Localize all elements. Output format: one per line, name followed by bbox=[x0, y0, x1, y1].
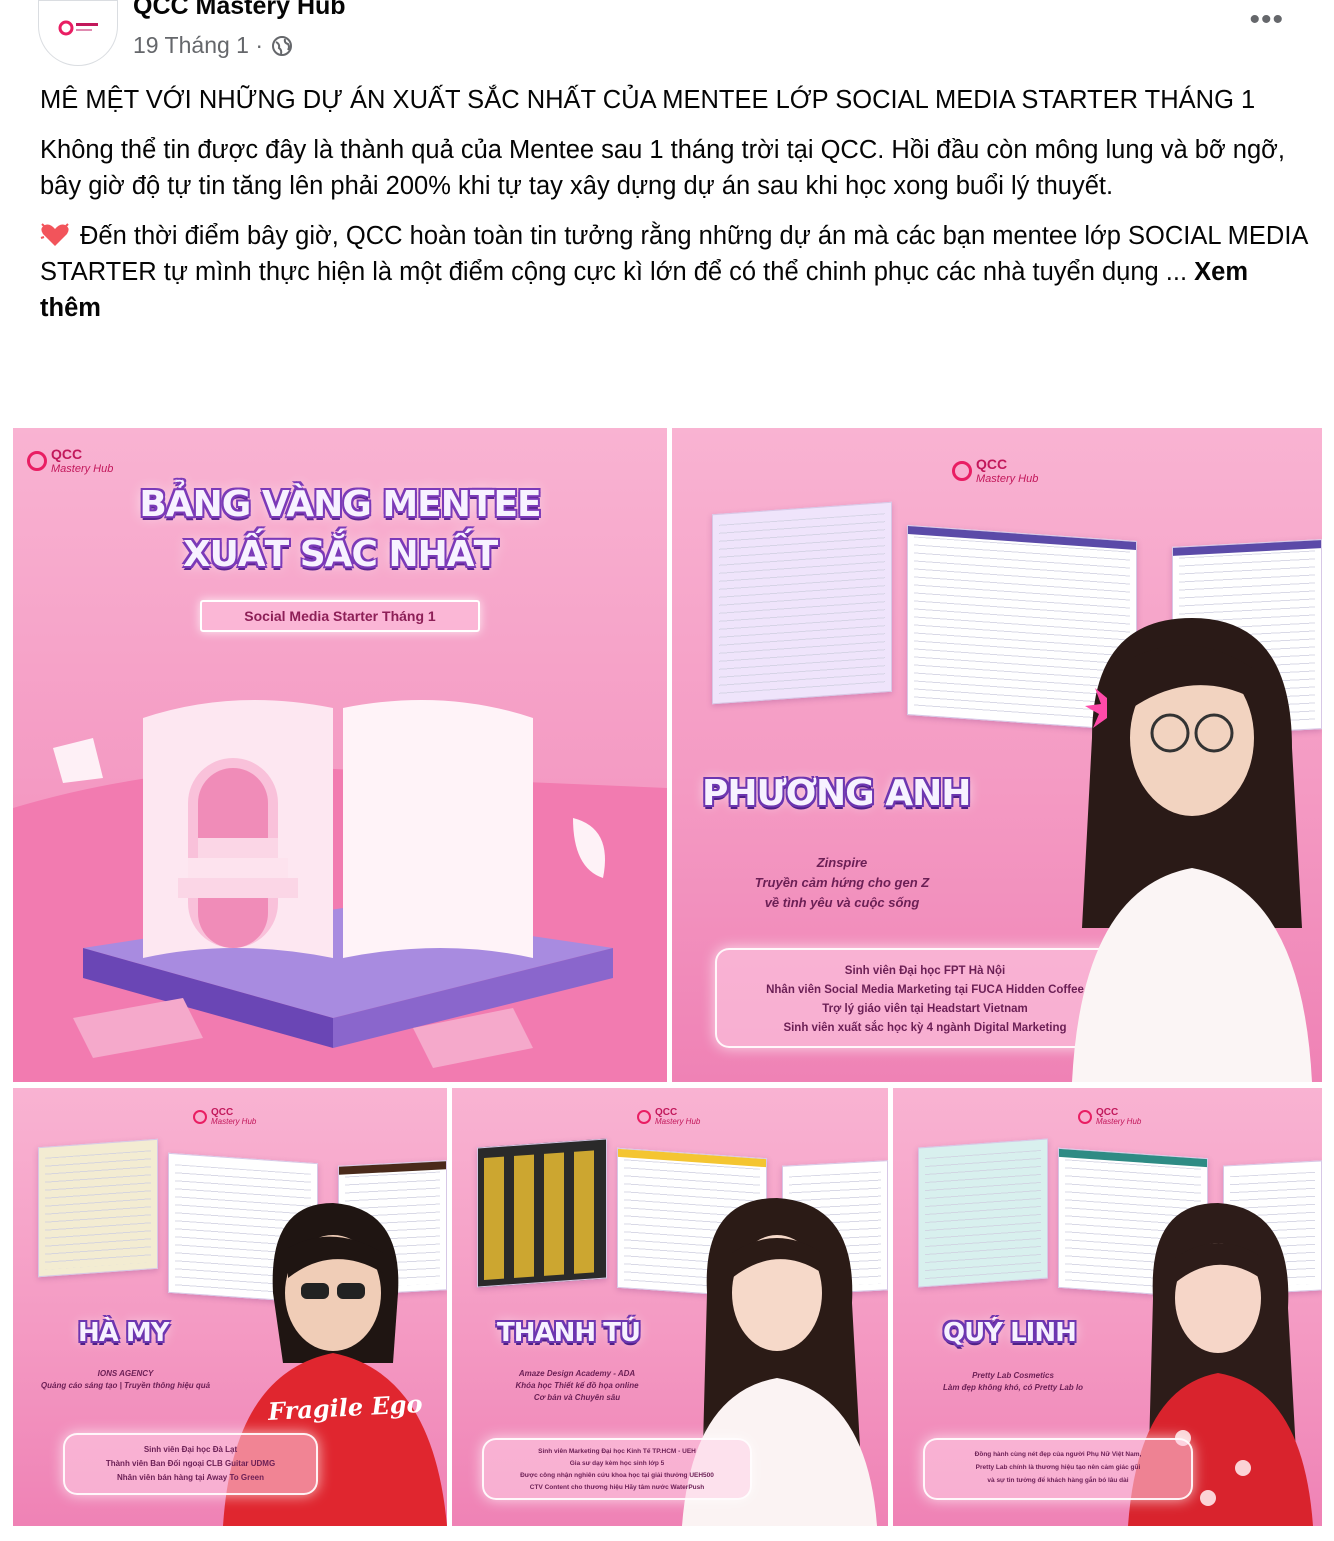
post-paragraph-1: Không thể tin được đây là thành quả của … bbox=[40, 136, 1285, 200]
logo-line2: Mastery Hub bbox=[976, 472, 1039, 485]
qcc-logo: QCC Mastery Hub bbox=[27, 446, 114, 475]
post-headline: MÊ MỆT VỚI NHỮNG DỰ ÁN XUẤT SẮC NHẤT CỦA… bbox=[40, 86, 1256, 114]
post-date[interactable]: 19 Tháng 1 · bbox=[133, 32, 263, 59]
mentee-tagline: IONS AGENCY Quảng cáo sáng tạo | Truyền … bbox=[13, 1368, 238, 1392]
project-document bbox=[712, 501, 892, 705]
mentee-name: THANH TÚ bbox=[497, 1318, 641, 1348]
banner-course-pill: Social Media Starter Tháng 1 bbox=[200, 600, 480, 632]
more-options-icon[interactable]: ••• bbox=[1249, 5, 1284, 35]
qcc-logo-icon bbox=[58, 20, 98, 36]
post-paragraph-2: Đến thời điểm bây giờ, QCC hoàn toàn tin… bbox=[40, 222, 1308, 286]
logo-line2: Mastery Hub bbox=[211, 1117, 257, 1126]
tagline-line: Zinspire bbox=[816, 855, 868, 870]
mentee-photo bbox=[1072, 618, 1312, 1082]
photo-mentee-phuong-anh[interactable]: QCC Mastery Hub PHƯƠNG ANH Zinspire Truyề… bbox=[672, 428, 1322, 1082]
project-document bbox=[38, 1138, 158, 1278]
info-line: Được công nhận nghiên cứu khoa học tại g… bbox=[520, 1472, 714, 1479]
mentee-info-box: Sinh viên Đại học Đà Lạt Thành viên Ban … bbox=[63, 1433, 318, 1495]
qcc-logo-icon bbox=[952, 461, 972, 482]
tagline-line: IONS AGENCY bbox=[97, 1369, 154, 1378]
post-paragraph-2-wrap: Đến thời điểm bây giờ, QCC hoàn toàn tin… bbox=[40, 218, 1310, 326]
info-line: Nhân viên bán hàng tại Away To Green bbox=[117, 1473, 264, 1482]
page-avatar[interactable] bbox=[38, 0, 118, 66]
info-line: Đồng hành cùng nét đẹp của người Phụ Nữ … bbox=[974, 1451, 1142, 1458]
info-line: Sinh viên Đại học Đà Lạt bbox=[143, 1445, 238, 1454]
photo-mentee-thanh-tu[interactable]: QCC Mastery Hub THANH TÚ Amaze Design Aca… bbox=[452, 1088, 888, 1526]
qcc-logo-icon bbox=[27, 451, 47, 472]
info-line: Thành viên Ban Đối ngoại CLB Guitar UDMG bbox=[105, 1459, 276, 1468]
mentee-tagline: Amaze Design Academy - ADA Khóa học Thiế… bbox=[462, 1368, 692, 1404]
tagline-line: Quảng cáo sáng tạo | Truyền thông hiệu q… bbox=[40, 1381, 211, 1390]
project-document bbox=[477, 1138, 607, 1288]
qcc-logo-icon bbox=[193, 1110, 207, 1124]
mentee-info-box: Đồng hành cùng nét đẹp của người Phụ Nữ … bbox=[923, 1438, 1193, 1500]
post-body: MÊ MỆT VỚI NHỮNG DỰ ÁN XUẤT SẮC NHẤT CỦA… bbox=[40, 82, 1310, 340]
photo-banner-mentee[interactable]: QCC Mastery Hub BẢNG VÀNG MENTEE XUẤT SẮC… bbox=[13, 428, 667, 1082]
tagline-line: về tình yêu và cuộc sống bbox=[764, 895, 920, 910]
qcc-logo: QCC Mastery Hub bbox=[193, 1108, 256, 1126]
tagline-line: Amaze Design Academy - ADA bbox=[518, 1369, 636, 1378]
project-document bbox=[918, 1138, 1048, 1288]
post-meta: 19 Tháng 1 · bbox=[133, 32, 293, 59]
info-line: Pretty Lab chính là thương hiệu tạo nên … bbox=[975, 1464, 1141, 1471]
banner-title-line1: BẢNG VÀNG MENTEE bbox=[139, 484, 541, 525]
info-line: CTV Content cho thương hiệu Hãy tâm nước… bbox=[529, 1484, 705, 1491]
photo-mentee-ha-my[interactable]: QCC Mastery Hub HÀ MY IONS AGENCY Quảng c… bbox=[13, 1088, 447, 1526]
heart-icon bbox=[40, 223, 69, 246]
mentee-info-box: Sinh viên Marketing Đại học Kinh Tế TP.H… bbox=[482, 1438, 752, 1500]
tagline-line: Truyền cảm hứng cho gen Z bbox=[754, 875, 930, 890]
tagline-line: Khóa học Thiết kế đồ họa online bbox=[515, 1381, 639, 1390]
open-book-illustration bbox=[13, 700, 667, 1082]
photo-mentee-quy-linh[interactable]: QCC Mastery Hub QUÝ LINH Pretty Lab Cosme… bbox=[893, 1088, 1322, 1526]
page-name[interactable]: QCC Mastery Hub bbox=[133, 0, 346, 21]
tagline-line: Làm đẹp không khó, có Pretty Lab lo bbox=[942, 1383, 1083, 1392]
mentee-name: QUÝ LINH bbox=[943, 1318, 1077, 1348]
logo-line2: Mastery Hub bbox=[51, 462, 114, 475]
mentee-tagline: Zinspire Truyền cảm hứng cho gen Z về tì… bbox=[692, 853, 992, 913]
mentee-name: PHƯƠNG ANH bbox=[702, 773, 971, 814]
info-line: Gia sư dạy kèm học sinh lớp 5 bbox=[569, 1460, 665, 1467]
tagline-line: Pretty Lab Cosmetics bbox=[972, 1371, 1054, 1380]
logo-line2: Mastery Hub bbox=[1096, 1117, 1142, 1126]
logo-line1: QCC bbox=[51, 446, 83, 462]
mentee-tagline: Pretty Lab Cosmetics Làm đẹp không khó, … bbox=[903, 1370, 1123, 1394]
qcc-logo: QCC Mastery Hub bbox=[637, 1108, 700, 1126]
photo-gallery: QCC Mastery Hub BẢNG VÀNG MENTEE XUẤT SẮC… bbox=[13, 428, 1322, 1528]
info-line: Sinh viên Marketing Đại học Kinh Tế TP.H… bbox=[538, 1448, 696, 1455]
globe-icon bbox=[272, 35, 293, 56]
qcc-logo: QCC Mastery Hub bbox=[952, 456, 1039, 485]
info-line: và sự tin tưởng để khách hàng gắn bó lâu… bbox=[987, 1477, 1129, 1484]
qcc-logo-icon bbox=[1078, 1110, 1092, 1124]
logo-line1: QCC bbox=[976, 456, 1008, 472]
mentee-name: HÀ MY bbox=[78, 1318, 170, 1348]
tagline-line: Cơ bản và Chuyên sâu bbox=[533, 1393, 621, 1402]
qcc-logo: QCC Mastery Hub bbox=[1078, 1108, 1141, 1126]
qcc-logo-icon bbox=[637, 1110, 651, 1124]
banner-title-line2: XUẤT SẮC NHẤT bbox=[182, 534, 498, 575]
post-header: QCC Mastery Hub 19 Tháng 1 · ••• bbox=[0, 0, 1334, 75]
logo-line2: Mastery Hub bbox=[655, 1117, 701, 1126]
